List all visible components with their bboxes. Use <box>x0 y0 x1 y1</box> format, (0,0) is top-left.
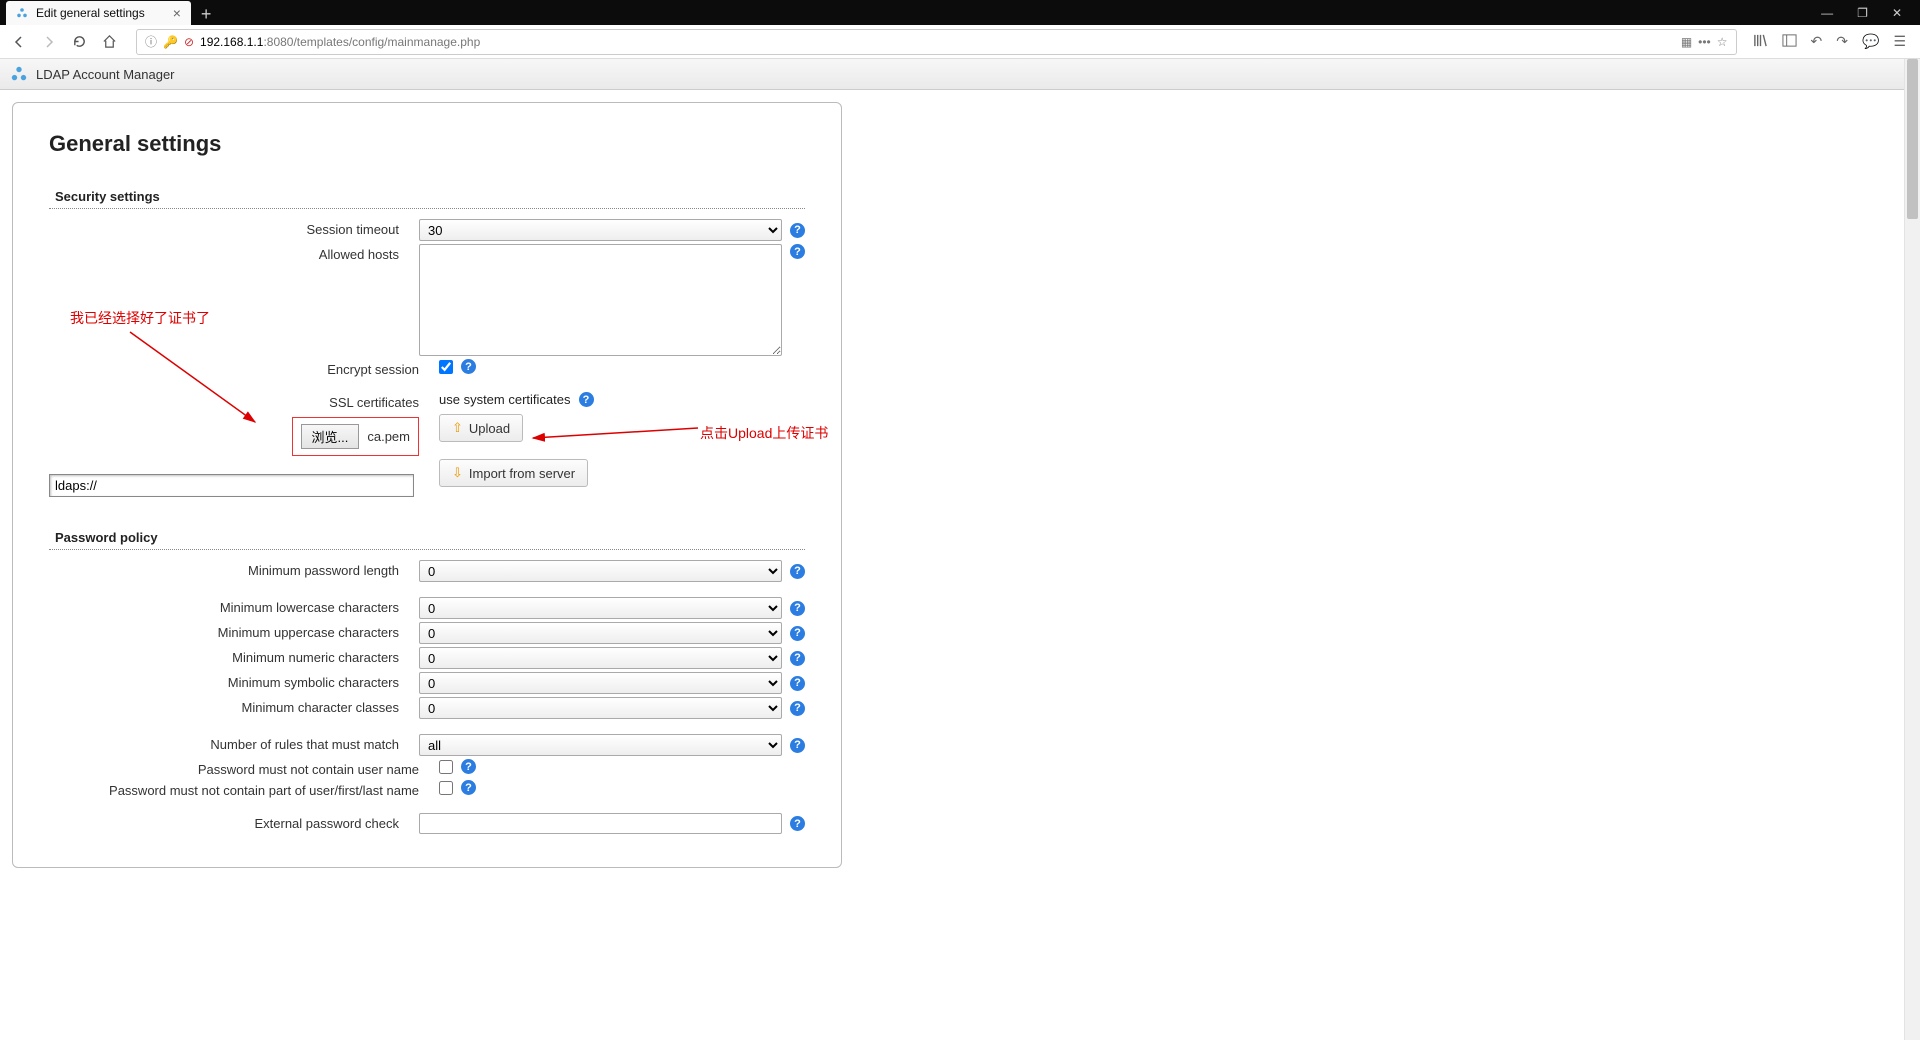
security-settings-legend: Security settings <box>49 187 805 209</box>
help-icon[interactable]: ? <box>790 244 805 259</box>
window-controls: — ❐ ✕ <box>1821 6 1920 20</box>
ssl-certificates-label: SSL certificates <box>49 392 439 410</box>
upload-icon: ⇧ <box>452 420 463 436</box>
reload-button[interactable] <box>68 31 90 53</box>
min-password-length-select[interactable]: 0 <box>419 560 782 582</box>
library-icon[interactable] <box>1753 33 1768 51</box>
min-classes-label: Minimum character classes <box>49 697 419 715</box>
help-icon[interactable]: ? <box>790 601 805 616</box>
file-picker: 浏览... ca.pem <box>292 417 419 456</box>
min-symbolic-label: Minimum symbolic characters <box>49 672 419 690</box>
back-button[interactable] <box>8 31 30 53</box>
help-icon[interactable]: ? <box>461 359 476 374</box>
external-check-input[interactable] <box>419 813 782 834</box>
window-minimize-icon[interactable]: — <box>1821 6 1833 20</box>
undo-nav-icon[interactable]: ↶ <box>1811 33 1823 50</box>
window-maximize-icon[interactable]: ❐ <box>1857 6 1868 20</box>
app-logo-icon <box>10 65 28 83</box>
help-icon[interactable]: ? <box>790 651 805 666</box>
tab-close-icon[interactable]: × <box>173 5 181 21</box>
scrollbar-thumb[interactable] <box>1907 59 1918 219</box>
browse-button[interactable]: 浏览... <box>301 424 360 449</box>
download-icon: ⇩ <box>452 465 463 481</box>
min-uppercase-select[interactable]: 0 <box>419 622 782 644</box>
min-symbolic-select[interactable]: 0 <box>419 672 782 694</box>
help-icon[interactable]: ? <box>579 392 594 407</box>
no-username-checkbox[interactable] <box>439 760 453 774</box>
ssl-use-system-text: use system certificates <box>439 392 571 407</box>
import-from-server-button[interactable]: ⇩ Import from server <box>439 459 588 487</box>
rules-match-label: Number of rules that must match <box>49 734 419 752</box>
no-userpart-label: Password must not contain part of user/f… <box>49 780 439 798</box>
page-actions-icon[interactable]: ••• <box>1698 35 1711 49</box>
window-close-icon[interactable]: ✕ <box>1892 6 1902 20</box>
no-userpart-checkbox[interactable] <box>439 781 453 795</box>
tab-title: Edit general settings <box>36 6 145 20</box>
browser-nav-bar: ⓘ 🔑 ⊘ 192.168.1.1:8080/templates/config/… <box>0 25 1920 59</box>
url-text: 192.168.1.1:8080/templates/config/mainma… <box>200 35 480 49</box>
upload-button[interactable]: ⇧ Upload <box>439 414 523 442</box>
tracking-blocked-icon[interactable]: ⊘ <box>184 35 194 49</box>
min-password-length-label: Minimum password length <box>49 560 419 578</box>
rules-match-select[interactable]: all <box>419 734 782 756</box>
page-title: General settings <box>49 131 805 157</box>
encrypt-session-label: Encrypt session <box>49 359 439 377</box>
external-check-label: External password check <box>49 813 419 831</box>
min-numeric-label: Minimum numeric characters <box>49 647 419 665</box>
min-uppercase-label: Minimum uppercase characters <box>49 622 419 640</box>
bookmark-star-icon[interactable]: ☆ <box>1717 35 1728 49</box>
help-icon[interactable]: ? <box>461 780 476 795</box>
browser-tab-bar: Edit general settings × + — ❐ ✕ <box>0 0 1920 25</box>
info-icon[interactable]: ⓘ <box>145 33 157 50</box>
ldaps-url-input[interactable] <box>49 474 414 497</box>
help-icon[interactable]: ? <box>790 223 805 238</box>
new-tab-button[interactable]: + <box>191 4 222 25</box>
selected-file-name: ca.pem <box>367 429 410 444</box>
help-icon[interactable]: ? <box>790 676 805 691</box>
qr-icon[interactable]: ▦ <box>1681 35 1692 49</box>
min-numeric-select[interactable]: 0 <box>419 647 782 669</box>
forward-button[interactable] <box>38 31 60 53</box>
encrypt-session-checkbox[interactable] <box>439 360 453 374</box>
permission-icon[interactable]: 🔑 <box>163 35 178 49</box>
help-icon[interactable]: ? <box>790 738 805 753</box>
min-lowercase-label: Minimum lowercase characters <box>49 597 419 615</box>
help-icon[interactable]: ? <box>461 759 476 774</box>
redo-nav-icon[interactable]: ↷ <box>1836 33 1848 50</box>
min-lowercase-select[interactable]: 0 <box>419 597 782 619</box>
browser-tab-active[interactable]: Edit general settings × <box>6 1 191 25</box>
min-classes-select[interactable]: 0 <box>419 697 782 719</box>
settings-card: General settings Security settings Sessi… <box>12 102 842 868</box>
help-icon[interactable]: ? <box>790 701 805 716</box>
app-title: LDAP Account Manager <box>36 67 175 82</box>
app-header: LDAP Account Manager <box>0 59 1920 90</box>
help-icon[interactable]: ? <box>790 626 805 641</box>
allowed-hosts-textarea[interactable] <box>419 244 782 356</box>
session-timeout-select[interactable]: 30 <box>419 219 782 241</box>
no-username-label: Password must not contain user name <box>49 759 439 777</box>
tab-favicon <box>16 7 28 19</box>
help-icon[interactable]: ? <box>790 816 805 831</box>
chat-icon[interactable]: 💬 <box>1862 33 1879 50</box>
sidebar-icon[interactable] <box>1782 33 1797 51</box>
allowed-hosts-label: Allowed hosts <box>49 244 419 262</box>
session-timeout-label: Session timeout <box>49 219 419 237</box>
vertical-scrollbar[interactable] <box>1904 59 1920 1040</box>
address-bar[interactable]: ⓘ 🔑 ⊘ 192.168.1.1:8080/templates/config/… <box>136 29 1737 55</box>
password-policy-legend: Password policy <box>49 528 805 550</box>
help-icon[interactable]: ? <box>790 564 805 579</box>
menu-icon[interactable]: ☰ <box>1893 33 1906 50</box>
home-button[interactable] <box>98 31 120 53</box>
